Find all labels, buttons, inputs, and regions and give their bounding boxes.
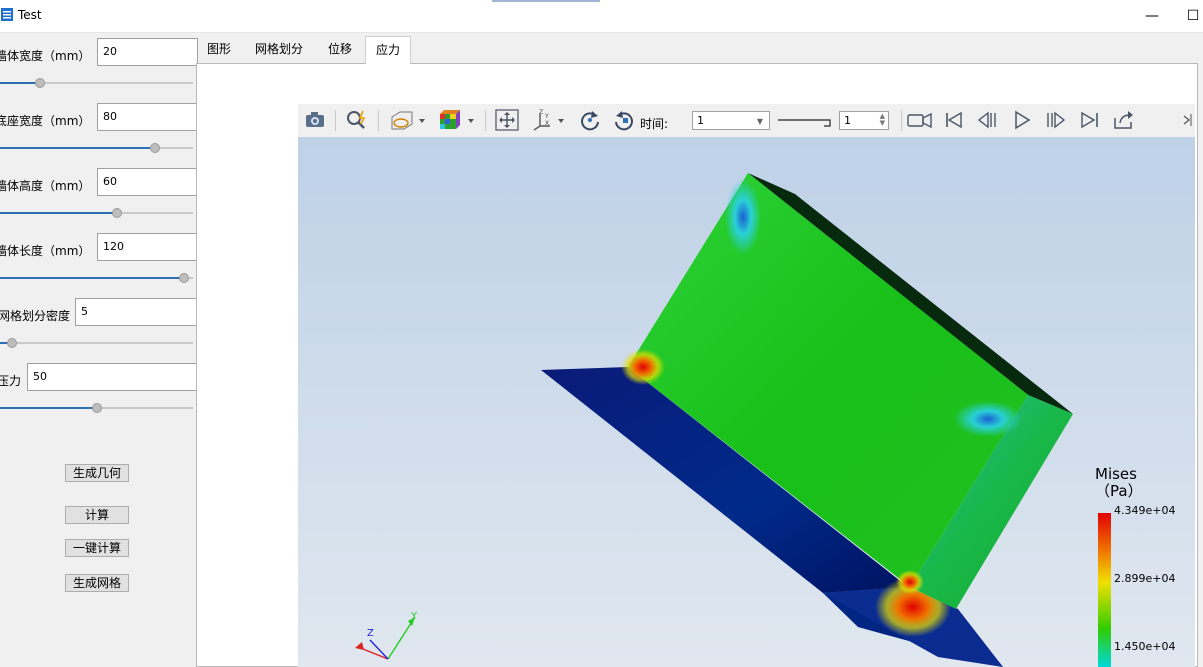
toolbar-separator bbox=[335, 110, 336, 131]
slider-thumb[interactable] bbox=[35, 78, 45, 88]
wall-width-label: 墙体宽度（mm） bbox=[0, 49, 91, 63]
base-width-input[interactable]: 80 bbox=[97, 103, 198, 131]
stress-hotspot-corner bbox=[621, 349, 665, 385]
svg-text:X: X bbox=[545, 120, 549, 127]
pressure-slider[interactable] bbox=[0, 402, 193, 414]
next-frame-icon[interactable] bbox=[1043, 108, 1069, 132]
wall-width-slider[interactable] bbox=[0, 77, 193, 89]
previous-frame-icon[interactable] bbox=[975, 108, 1001, 132]
wall-length-slider[interactable] bbox=[0, 272, 193, 284]
viewer-toolbar: Z Y X 时间: 1 ▼ 1 ▲ ▼ bbox=[298, 104, 1195, 138]
wall-height-label: 墙体高度（mm） bbox=[0, 179, 91, 193]
zoom-icon[interactable] bbox=[343, 108, 371, 132]
generate-mesh-button[interactable]: 生成网格 bbox=[65, 574, 129, 592]
axes-orientation-icon[interactable]: Z Y X bbox=[530, 108, 570, 132]
last-frame-icon[interactable] bbox=[1077, 108, 1103, 132]
one-click-compute-button[interactable]: 一键计算 bbox=[65, 539, 129, 557]
axis-z-label: Z bbox=[367, 628, 374, 639]
compute-button[interactable]: 计算 bbox=[65, 506, 129, 524]
record-video-icon[interactable] bbox=[906, 108, 934, 132]
tab-graphics[interactable]: 图形 bbox=[197, 36, 241, 63]
wall-length-label: 墙体长度（mm） bbox=[0, 244, 91, 258]
legend-min-value: 1.450e+04 bbox=[1114, 640, 1176, 653]
slider-thumb[interactable] bbox=[112, 208, 122, 218]
top-accent-line bbox=[492, 0, 600, 2]
camera-icon[interactable] bbox=[302, 108, 328, 132]
fit-view-icon[interactable] bbox=[494, 108, 520, 132]
tab-stress[interactable]: 应力 bbox=[365, 36, 411, 64]
low-stress-zone-top bbox=[725, 179, 761, 255]
generate-geometry-button[interactable]: 生成几何 bbox=[65, 464, 129, 482]
low-stress-zone-end bbox=[954, 401, 1022, 437]
time-label: 时间: bbox=[640, 117, 669, 131]
tab-meshing[interactable]: 网格划分 bbox=[247, 36, 311, 63]
svg-text:Y: Y bbox=[544, 113, 549, 120]
stress-model-render: Y Z bbox=[355, 173, 1111, 667]
rotate-cw-icon[interactable] bbox=[576, 108, 604, 132]
base-width-slider[interactable] bbox=[0, 142, 193, 154]
pressure-label: 压力 bbox=[0, 374, 22, 388]
toolbar-separator bbox=[901, 110, 902, 131]
slider-thumb[interactable] bbox=[179, 273, 189, 283]
svg-text:Z: Z bbox=[539, 109, 543, 116]
color-cube-icon[interactable] bbox=[434, 108, 478, 132]
legend-max-value: 4.349e+04 bbox=[1114, 504, 1176, 517]
wall-height-slider[interactable] bbox=[0, 207, 193, 219]
axes-triad: Y Z bbox=[355, 611, 418, 660]
app-icon bbox=[1, 8, 13, 21]
slider-thumb[interactable] bbox=[150, 143, 160, 153]
slider-thumb[interactable] bbox=[92, 403, 102, 413]
step-line-icon bbox=[778, 119, 831, 127]
rotate-ccw-icon[interactable] bbox=[610, 108, 638, 132]
pressure-input[interactable]: 50 bbox=[27, 363, 198, 391]
export-icon[interactable] bbox=[1111, 108, 1137, 132]
step-spinbox[interactable]: 1 ▲ ▼ bbox=[839, 111, 889, 130]
legend-color-bar bbox=[1098, 513, 1111, 667]
time-select[interactable]: 1 ▼ bbox=[692, 111, 770, 130]
axis-y-label: Y bbox=[410, 611, 418, 622]
mesh-density-label: 网格划分密度 bbox=[0, 309, 71, 323]
toolbar-overflow-icon[interactable] bbox=[1181, 108, 1193, 132]
spin-arrows-icon[interactable]: ▲ ▼ bbox=[880, 113, 885, 127]
legend-mid-value: 2.899e+04 bbox=[1114, 572, 1176, 585]
base-width-label: 底座宽度（mm） bbox=[0, 114, 91, 128]
minimize-button[interactable]: — bbox=[1140, 6, 1164, 26]
mesh-density-input[interactable]: 5 bbox=[75, 298, 198, 326]
play-icon[interactable] bbox=[1009, 108, 1035, 132]
time-select-value: 1 bbox=[697, 114, 704, 127]
chevron-down-icon: ▼ bbox=[756, 117, 763, 126]
legend-title: Mises （Pa） bbox=[1095, 465, 1143, 500]
toolbar-separator bbox=[485, 110, 486, 131]
stress-hotspot-root bbox=[896, 570, 924, 594]
toolbar-separator bbox=[378, 110, 379, 131]
stress-3d-viewport[interactable]: Y Z Mises （Pa） 4.349e+04 2.899e+04 1.450… bbox=[298, 137, 1195, 667]
tab-displacement[interactable]: 位移 bbox=[317, 36, 363, 63]
parameter-panel: 墙体宽度（mm） 20 底座宽度（mm） 80 墙体高度（mm） 60 墙体长度… bbox=[0, 33, 198, 667]
slider-thumb[interactable] bbox=[7, 338, 17, 348]
mesh-density-slider[interactable] bbox=[0, 337, 193, 349]
window-title: Test bbox=[18, 8, 42, 22]
surface-display-icon[interactable] bbox=[386, 108, 428, 132]
wall-height-input[interactable]: 60 bbox=[97, 168, 198, 196]
first-frame-icon[interactable] bbox=[941, 108, 967, 132]
wall-width-input[interactable]: 20 bbox=[97, 38, 198, 66]
maximize-button[interactable]: ☐ bbox=[1181, 6, 1203, 26]
title-bar: Test — ☐ bbox=[0, 0, 1203, 33]
step-spinbox-value: 1 bbox=[844, 114, 851, 127]
wall-length-input[interactable]: 120 bbox=[97, 233, 198, 261]
